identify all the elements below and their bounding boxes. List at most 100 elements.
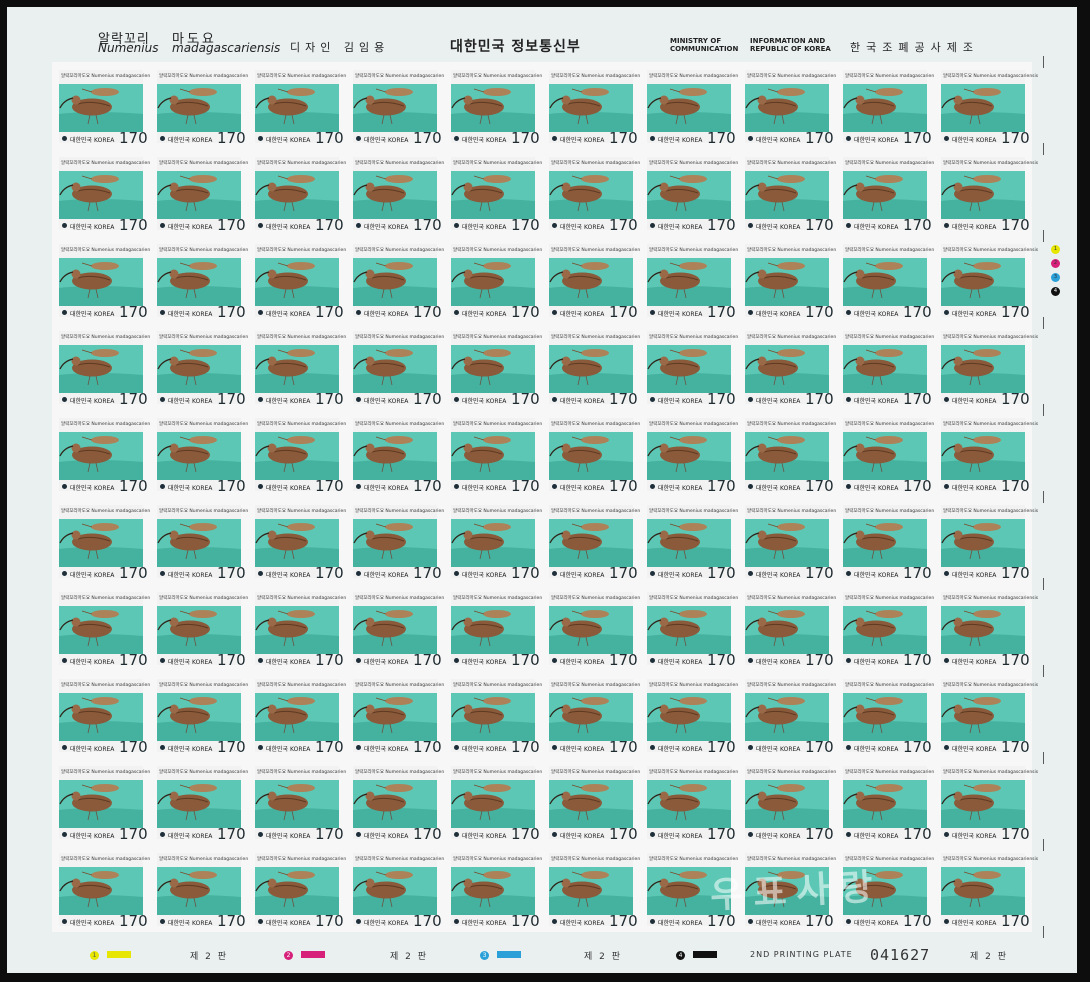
stamp: 알락꼬리마도요 Numenius madagascariensis 대한민국 K… (738, 584, 842, 671)
stamp-country: 대한민국 KOREA (462, 572, 507, 579)
stamp: 알락꼬리마도요 Numenius madagascariensis 대한민국 K… (934, 584, 1038, 671)
stamp: 알락꼬리마도요 Numenius madagascariensis 대한민국 K… (542, 845, 646, 932)
registration-dot: 1 (1051, 245, 1060, 254)
stamp: 알락꼬리마도요 Numenius madagascariensis 대한민국 K… (150, 62, 254, 149)
stamp: 알락꼬리마도요 Numenius madagascariensis 대한민국 K… (738, 236, 842, 323)
taegeuk-emblem-icon (258, 136, 263, 141)
stamp-country: 대한민국 KOREA (70, 920, 115, 927)
stamp: 알락꼬리마도요 Numenius madagascariensis 대한민국 K… (52, 584, 156, 671)
stamp-country: 대한민국 KOREA (952, 920, 997, 927)
stamp-face-value: 170 (511, 390, 540, 408)
stamp-caption: 알락꼬리마도요 Numenius madagascariensis (747, 422, 843, 427)
stamp-country: 대한민국 KOREA (168, 746, 213, 753)
taegeuk-emblem-icon (356, 484, 361, 489)
stamp-face-value: 170 (217, 216, 246, 234)
stamp-face-value: 170 (1001, 825, 1030, 843)
stamp-country: 대한민국 KOREA (168, 311, 213, 318)
stamp-face-value: 170 (511, 477, 540, 495)
stamp-caption: 알락꼬리마도요 Numenius madagascariensis (649, 74, 745, 79)
stamp-caption: 알락꼬리마도요 Numenius madagascariensis (649, 857, 745, 862)
stamp-face-value: 170 (315, 216, 344, 234)
stamp-face-value: 170 (315, 303, 344, 321)
stamp: 알락꼬리마도요 Numenius madagascariensis 대한민국 K… (640, 62, 744, 149)
stamp-face-value: 170 (609, 477, 638, 495)
stamp-country: 대한민국 KOREA (658, 920, 703, 927)
stamp: 알락꼬리마도요 Numenius madagascariensis 대한민국 K… (248, 845, 352, 932)
stamp: 알락꼬리마도요 Numenius madagascariensis 대한민국 K… (738, 62, 842, 149)
taegeuk-emblem-icon (160, 136, 165, 141)
stamp-country: 대한민국 KOREA (952, 659, 997, 666)
stamp-face-value: 170 (1001, 390, 1030, 408)
stamp-face-value: 170 (511, 912, 540, 930)
stamp: 알락꼬리마도요 Numenius madagascariensis 대한민국 K… (836, 671, 940, 758)
stamp-country: 대한민국 KOREA (756, 137, 801, 144)
stamp: 알락꼬리마도요 Numenius madagascariensis 대한민국 K… (150, 236, 254, 323)
taegeuk-emblem-icon (552, 310, 557, 315)
stamp-country: 대한민국 KOREA (560, 659, 605, 666)
stamp: 알락꼬리마도요 Numenius madagascariensis 대한민국 K… (542, 62, 646, 149)
taegeuk-emblem-icon (650, 223, 655, 228)
stamp: 알락꼬리마도요 Numenius madagascariensis 대한민국 K… (248, 758, 352, 845)
taegeuk-emblem-icon (748, 223, 753, 228)
stamp-face-value: 170 (217, 564, 246, 582)
stamp-caption: 알락꼬리마도요 Numenius madagascariensis (453, 335, 549, 340)
taegeuk-emblem-icon (62, 397, 67, 402)
stamp: 알락꼬리마도요 Numenius madagascariensis 대한민국 K… (738, 758, 842, 845)
stamp: 알락꼬리마도요 Numenius madagascariensis 대한민국 K… (52, 845, 156, 932)
info-english: INFORMATION AND REPUBLIC OF KOREA (750, 37, 831, 53)
taegeuk-emblem-icon (454, 223, 459, 228)
taegeuk-emblem-icon (62, 223, 67, 228)
stamp-face-value: 170 (413, 477, 442, 495)
stamp-caption: 알락꼬리마도요 Numenius madagascariensis (747, 248, 843, 253)
stamp-face-value: 170 (119, 912, 148, 930)
taegeuk-emblem-icon (160, 745, 165, 750)
stamp-face-value: 170 (511, 303, 540, 321)
stamp: 알락꼬리마도요 Numenius madagascariensis 대한민국 K… (346, 584, 450, 671)
stamp-caption: 알락꼬리마도요 Numenius madagascariensis (845, 248, 941, 253)
stamp-caption: 알락꼬리마도요 Numenius madagascariensis (845, 422, 941, 427)
taegeuk-emblem-icon (748, 832, 753, 837)
stamp-caption: 알락꼬리마도요 Numenius madagascariensis (453, 596, 549, 601)
stamp: 알락꼬리마도요 Numenius madagascariensis 대한민국 K… (52, 323, 156, 410)
taegeuk-emblem-icon (552, 397, 557, 402)
taegeuk-emblem-icon (944, 397, 949, 402)
stamp: 알락꼬리마도요 Numenius madagascariensis 대한민국 K… (738, 323, 842, 410)
taegeuk-emblem-icon (748, 397, 753, 402)
stamp-country: 대한민국 KOREA (70, 224, 115, 231)
stamp-country: 대한민국 KOREA (658, 398, 703, 405)
taegeuk-emblem-icon (846, 484, 851, 489)
stamp-caption: 알락꼬리마도요 Numenius madagascariensis (943, 422, 1039, 427)
country-ministry-title: 대한민국 정보통신부 (450, 39, 581, 55)
stamp-caption: 알락꼬리마도요 Numenius madagascariensis (159, 248, 255, 253)
stamp-face-value: 170 (805, 477, 834, 495)
stamp-face-value: 170 (805, 564, 834, 582)
stamp-country: 대한민국 KOREA (952, 746, 997, 753)
stamp-face-value: 170 (413, 390, 442, 408)
stamp-face-value: 170 (217, 303, 246, 321)
stamp: 알락꼬리마도요 Numenius madagascariensis 대한민국 K… (542, 497, 646, 584)
stamp-country: 대한민국 KOREA (168, 224, 213, 231)
taegeuk-emblem-icon (650, 397, 655, 402)
cut-mark (1043, 230, 1044, 242)
stamp: 알락꼬리마도요 Numenius madagascariensis 대한민국 K… (640, 323, 744, 410)
stamp-face-value: 170 (413, 216, 442, 234)
watermark: 우표사랑 (709, 866, 884, 917)
stamp-face-value: 170 (413, 651, 442, 669)
stamp-face-value: 170 (805, 738, 834, 756)
cut-mark (1043, 404, 1044, 416)
stamp-caption: 알락꼬리마도요 Numenius madagascariensis (747, 509, 843, 514)
taegeuk-emblem-icon (944, 136, 949, 141)
stamp-caption: 알락꼬리마도요 Numenius madagascariensis (355, 74, 451, 79)
stamp-caption: 알락꼬리마도요 Numenius madagascariensis (943, 857, 1039, 862)
stamp-caption: 알락꼬리마도요 Numenius madagascariensis (453, 422, 549, 427)
printing-plate-label: 2ND PRINTING PLATE (750, 950, 853, 959)
stamp-caption: 알락꼬리마도요 Numenius madagascariensis (453, 509, 549, 514)
stamp-caption: 알락꼬리마도요 Numenius madagascariensis (747, 683, 843, 688)
stamp-country: 대한민국 KOREA (168, 833, 213, 840)
stamp-caption: 알락꼬리마도요 Numenius madagascariensis (551, 770, 647, 775)
stamp-country: 대한민국 KOREA (168, 659, 213, 666)
stamp-caption: 알락꼬리마도요 Numenius madagascariensis (845, 161, 941, 166)
stamp-country: 대한민국 KOREA (266, 398, 311, 405)
stamp: 알락꼬리마도요 Numenius madagascariensis 대한민국 K… (836, 410, 940, 497)
taegeuk-emblem-icon (454, 832, 459, 837)
